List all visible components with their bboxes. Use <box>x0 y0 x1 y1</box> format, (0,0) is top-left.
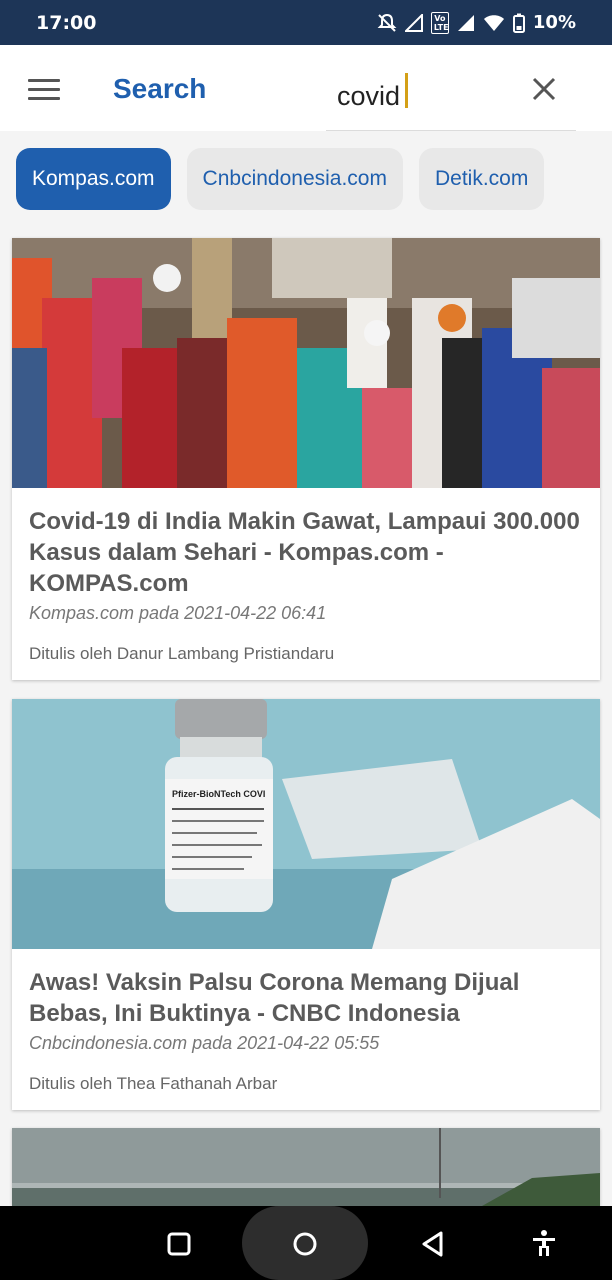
article-meta: Cnbcindonesia.com pada 2021-04-22 05:55 <box>29 1033 380 1053</box>
close-icon[interactable] <box>531 76 557 102</box>
article-card[interactable]: Covid-19 di India Makin Gawat, Lampaui 3… <box>12 238 600 680</box>
article-title[interactable]: Awas! Vaksin Palsu Corona Memang Dijual … <box>29 967 583 1029</box>
chip-cnbcindonesia[interactable]: Cnbcindonesia.com <box>186 148 403 210</box>
vaccine-vial-photo: Pfizer-BioNTech COVI <box>12 699 600 949</box>
article-card[interactable]: Pfizer-BioNTech COVI Awas! Vaksin Palsu … <box>12 699 600 1110</box>
wifi-icon <box>483 14 504 31</box>
page-title: Search <box>113 73 207 104</box>
crowd-photo <box>12 238 600 488</box>
status-time: 17:00 <box>36 11 97 34</box>
recent-apps-icon[interactable] <box>167 1232 191 1256</box>
signal-icon <box>404 13 423 32</box>
status-icons: Vo LTE 10% <box>377 11 576 34</box>
signal-2-icon <box>457 14 474 31</box>
vial-label-text: Pfizer-BioNTech COVI <box>172 789 265 799</box>
back-icon[interactable] <box>421 1231 445 1257</box>
source-filter-chips: Kompas.com Cnbcindonesia.com Detik.com <box>16 148 545 210</box>
home-icon[interactable] <box>292 1231 318 1257</box>
article-card[interactable] <box>12 1128 600 1206</box>
menu-icon[interactable] <box>28 79 60 101</box>
volte-badge: Vo LTE <box>430 11 449 34</box>
bell-muted-icon <box>377 13 397 32</box>
article-meta: Kompas.com pada 2021-04-22 06:41 <box>29 603 327 623</box>
article-image[interactable] <box>12 238 600 488</box>
accessibility-icon[interactable] <box>532 1229 556 1257</box>
article-author: Ditulis oleh Danur Lambang Pristiandaru <box>29 644 335 663</box>
article-image[interactable]: Pfizer-BioNTech COVI <box>12 699 600 949</box>
harbor-photo <box>12 1128 600 1206</box>
app-bar: Search <box>0 45 612 131</box>
article-author: Ditulis oleh Thea Fathanah Arbar <box>29 1074 278 1093</box>
text-cursor <box>405 73 408 108</box>
article-title[interactable]: Covid-19 di India Makin Gawat, Lampaui 3… <box>29 506 583 599</box>
battery-icon <box>512 13 525 33</box>
android-nav-bar <box>0 1206 612 1280</box>
chip-kompas[interactable]: Kompas.com <box>16 148 171 210</box>
battery-level: 10% <box>532 12 576 33</box>
chip-detik[interactable]: Detik.com <box>418 148 545 210</box>
status-bar: 17:00 Vo LTE 10% <box>0 0 612 45</box>
